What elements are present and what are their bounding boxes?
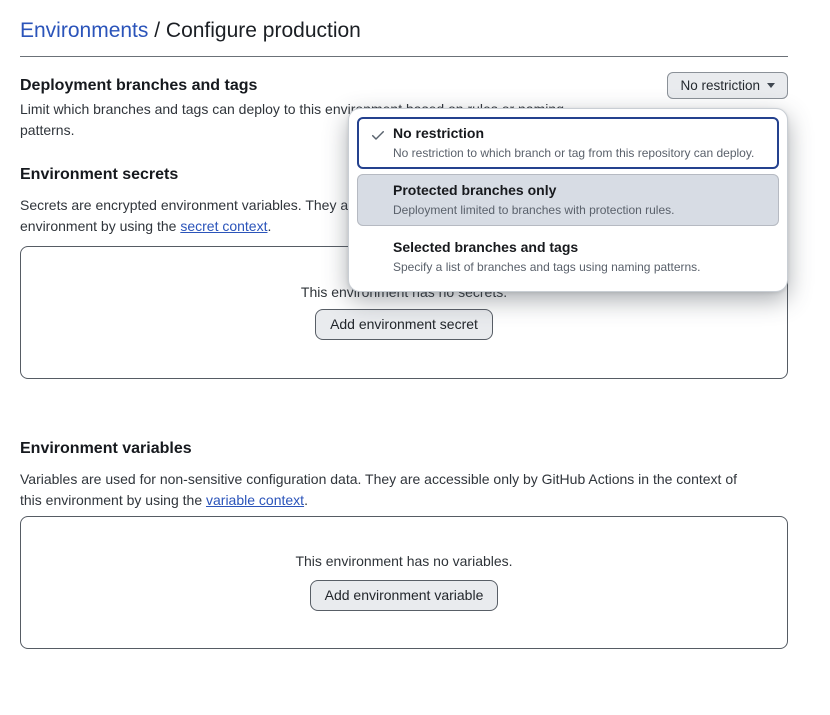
dropdown-option-no-restriction[interactable]: No restriction No restriction to which b… [357, 117, 779, 169]
restriction-selector-button[interactable]: No restriction [667, 72, 788, 99]
breadcrumb-separator: / [148, 19, 166, 42]
add-environment-secret-button[interactable]: Add environment secret [315, 309, 493, 340]
dropdown-option-desc: Deployment limited to branches with prot… [393, 201, 769, 219]
dropdown-option-title: Selected branches and tags [393, 237, 769, 257]
environment-variables-heading: Environment variables [20, 438, 788, 460]
secrets-description-suffix: . [267, 218, 271, 234]
variables-description-suffix: . [304, 492, 308, 508]
environment-settings-page: Environments / Configure production Depl… [0, 0, 830, 715]
variables-description-line1: Variables are used for non-sensitive con… [20, 471, 737, 487]
secret-context-link[interactable]: secret context [180, 218, 267, 234]
deployment-description-line2: patterns. [20, 122, 74, 138]
dropdown-option-selected-branches[interactable]: Selected branches and tags Specify a lis… [357, 231, 779, 283]
restriction-dropdown-menu: No restriction No restriction to which b… [348, 108, 788, 292]
dropdown-option-protected-branches[interactable]: Protected branches only Deployment limit… [357, 174, 779, 226]
dropdown-option-title: Protected branches only [393, 180, 769, 200]
breadcrumb-environments-link[interactable]: Environments [20, 19, 148, 42]
variables-description-line2: this environment by using the [20, 492, 206, 508]
check-icon [370, 127, 386, 143]
add-environment-variable-button[interactable]: Add environment variable [310, 580, 499, 611]
variable-context-link[interactable]: variable context [206, 492, 304, 508]
settings-content: Environments / Configure production Depl… [0, 0, 830, 649]
dropdown-option-desc: No restriction to which branch or tag fr… [393, 144, 769, 162]
page-title-current: Configure production [166, 19, 361, 42]
secrets-description-line2: environment by using the [20, 218, 180, 234]
variables-empty-box: This environment has no variables. Add e… [20, 516, 788, 649]
variables-empty-text: This environment has no variables. [21, 517, 787, 569]
dropdown-option-title: No restriction [393, 123, 769, 143]
dropdown-option-desc: Specify a list of branches and tags usin… [393, 258, 769, 276]
page-title: Environments / Configure production [20, 16, 788, 57]
restriction-selector-label: No restriction [680, 78, 760, 93]
triangle-down-icon [767, 83, 775, 88]
environment-variables-section: Environment variables Variables are used… [20, 438, 788, 649]
variables-description: Variables are used for non-sensitive con… [20, 469, 788, 511]
